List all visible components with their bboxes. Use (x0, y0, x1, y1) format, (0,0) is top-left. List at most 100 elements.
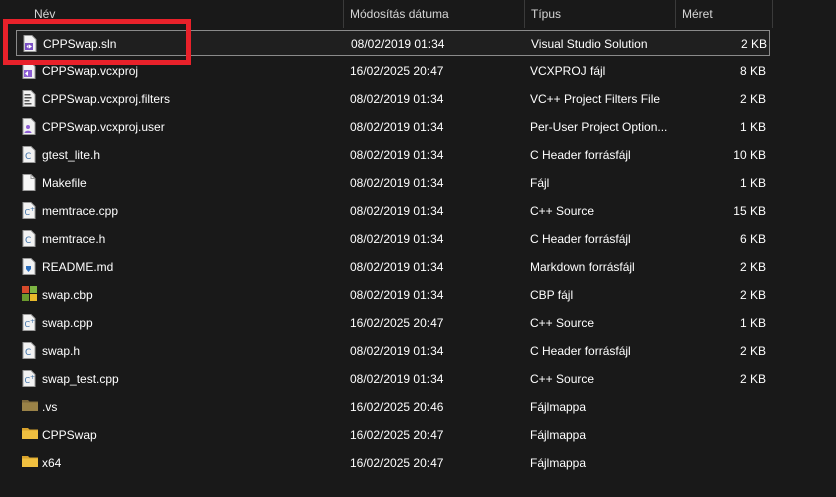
file-size: 15 KB (733, 204, 766, 218)
file-size: 8 KB (739, 64, 766, 78)
file-row[interactable]: C + swap_test.cpp 08/02/2019 01:34 C++ Sourc… (16, 366, 770, 392)
file-type: Visual Studio Solution (531, 37, 648, 51)
file-type: C Header forrásfájl (530, 148, 631, 162)
file-name: swap.cbp (42, 288, 93, 302)
file-modified-date: 16/02/2025 20:47 (350, 456, 444, 470)
file-modified-date: 08/02/2019 01:34 (350, 288, 444, 302)
file-size: 2 KB (739, 288, 766, 302)
file-row[interactable]: Cswap.h 08/02/2019 01:34 C Header forrásfá… (16, 338, 770, 364)
file-row[interactable]: x64 16/02/2025 20:47 Fájlmappa (16, 450, 770, 476)
svg-text:C: C (25, 236, 31, 246)
file-modified-date: 08/02/2019 01:34 (350, 120, 444, 134)
file-size (676, 450, 766, 476)
file-size: 1 KB (739, 176, 766, 190)
file-name: CPPSwap.vcxproj (42, 64, 139, 78)
cpp-source-icon: C + (22, 314, 36, 331)
cpp-source-icon: C + (22, 202, 36, 219)
vcxproj-icon (22, 62, 36, 79)
file-modified-date: 08/02/2019 01:34 (350, 204, 444, 218)
file-row[interactable]: CPPSwap.vcxproj.filters 08/02/2019 01:34 V… (16, 86, 770, 112)
file-name: CPPSwap.vcxproj.filters (42, 92, 171, 106)
file-name: memtrace.cpp (42, 204, 119, 218)
file-type: C++ Source (530, 372, 595, 386)
file-name: .vs (42, 400, 58, 414)
file-row[interactable]: swap.cbp 08/02/2019 01:34 CBP fájl 2 KB (16, 282, 770, 308)
file-type: VCXPROJ fájl (530, 64, 606, 78)
file-size: 2 KB (740, 37, 767, 51)
markdown-icon (22, 258, 36, 275)
column-header-type[interactable]: Típus (524, 0, 674, 28)
cpp-source-icon: C + (22, 370, 36, 387)
file-name: gtest_lite.h (42, 148, 101, 162)
file-modified-date: 16/02/2025 20:47 (350, 428, 444, 442)
file-modified-date: 08/02/2019 01:34 (350, 344, 444, 358)
file-row[interactable]: C + swap.cpp 16/02/2025 20:47 C++ Source 1 KB (16, 310, 770, 336)
file-name: README.md (42, 260, 114, 274)
file-row[interactable]: Makefile 08/02/2019 01:34 Fájl 1 KB (16, 170, 770, 196)
file-modified-date: 08/02/2019 01:34 (350, 260, 444, 274)
column-header-size[interactable]: Méret (675, 0, 773, 28)
file-modified-date: 16/02/2025 20:46 (350, 400, 444, 414)
folder-icon (22, 426, 38, 443)
file-modified-date: 08/02/2019 01:34 (350, 148, 444, 162)
svg-text:+: + (30, 206, 35, 213)
file-type: C Header forrásfájl (530, 232, 631, 246)
file-size: 2 KB (739, 344, 766, 358)
c-header-icon: C (22, 146, 36, 163)
file-name: swap.h (42, 344, 81, 358)
file-size: 2 KB (739, 260, 766, 274)
file-type: C++ Source (530, 204, 595, 218)
svg-text:+: + (30, 374, 35, 381)
c-header-icon: C (22, 342, 36, 359)
column-header-date[interactable]: Módosítás dátuma (343, 0, 523, 28)
column-header-bar: Név Módosítás dátuma Típus Méret (0, 0, 836, 28)
file-row[interactable]: CPPSwap.sln 08/02/2019 01:34 Visual Studio… (16, 30, 770, 56)
file-type: Fájlmappa (530, 428, 587, 442)
file-size: 10 KB (733, 148, 766, 162)
file-row[interactable]: CPPSwap.vcxproj 16/02/2025 20:47 VCXPROJ f… (16, 58, 770, 84)
file-size: 1 KB (739, 316, 766, 330)
file-modified-date: 08/02/2019 01:34 (350, 372, 444, 386)
filters-icon (22, 90, 36, 107)
column-header-name[interactable]: Név (28, 0, 342, 28)
file-modified-date: 16/02/2025 20:47 (350, 64, 444, 78)
file-name: x64 (42, 456, 62, 470)
folder-icon (22, 454, 38, 471)
codeblocks-icon (22, 286, 37, 303)
file-modified-date: 08/02/2019 01:34 (350, 92, 444, 106)
file-size (676, 422, 766, 448)
user-project-icon (22, 118, 36, 135)
file-name: CPPSwap.sln (43, 37, 117, 51)
file-row[interactable]: .vs 16/02/2025 20:46 Fájlmappa (16, 394, 770, 420)
file-modified-date: 08/02/2019 01:34 (350, 176, 444, 190)
svg-text:C: C (25, 348, 31, 358)
file-type: VC++ Project Filters File (530, 92, 661, 106)
file-name: CPPSwap (42, 428, 97, 442)
file-type: C Header forrásfájl (530, 344, 631, 358)
file-type: Fájl (530, 176, 550, 190)
hidden-folder-icon (22, 398, 38, 415)
file-row[interactable]: Cgtest_lite.h 08/02/2019 01:34 C Header fo… (16, 142, 770, 168)
file-type: CBP fájl (530, 288, 574, 302)
file-modified-date: 16/02/2025 20:47 (350, 316, 444, 330)
file-size: 6 KB (739, 232, 766, 246)
file-row[interactable]: Cmemtrace.h 08/02/2019 01:34 C Header forr… (16, 226, 770, 252)
file-row[interactable]: CPPSwap.vcxproj.user 08/02/2019 01:34 Per-… (16, 114, 770, 140)
file-modified-date: 08/02/2019 01:34 (350, 232, 444, 246)
file-size: 1 KB (739, 120, 766, 134)
file-type: Markdown forrásfájl (530, 260, 635, 274)
file-row[interactable]: C + memtrace.cpp 08/02/2019 01:34 C++ Source… (16, 198, 770, 224)
file-modified-date: 08/02/2019 01:34 (351, 37, 445, 51)
file-row[interactable]: README.md 08/02/2019 01:34 Markdown forrás… (16, 254, 770, 280)
solution-icon (23, 35, 37, 52)
file-size (676, 394, 766, 420)
svg-text:+: + (30, 318, 35, 325)
file-name: swap.cpp (42, 316, 93, 330)
file-row[interactable]: CPPSwap 16/02/2025 20:47 Fájlmappa (16, 422, 770, 448)
c-header-icon: C (22, 230, 36, 247)
file-type: Per-User Project Option... (530, 120, 668, 134)
svg-text:C: C (25, 152, 31, 162)
file-size: 2 KB (739, 92, 766, 106)
file-type: Fájlmappa (530, 400, 587, 414)
file-name: CPPSwap.vcxproj.user (42, 120, 165, 134)
